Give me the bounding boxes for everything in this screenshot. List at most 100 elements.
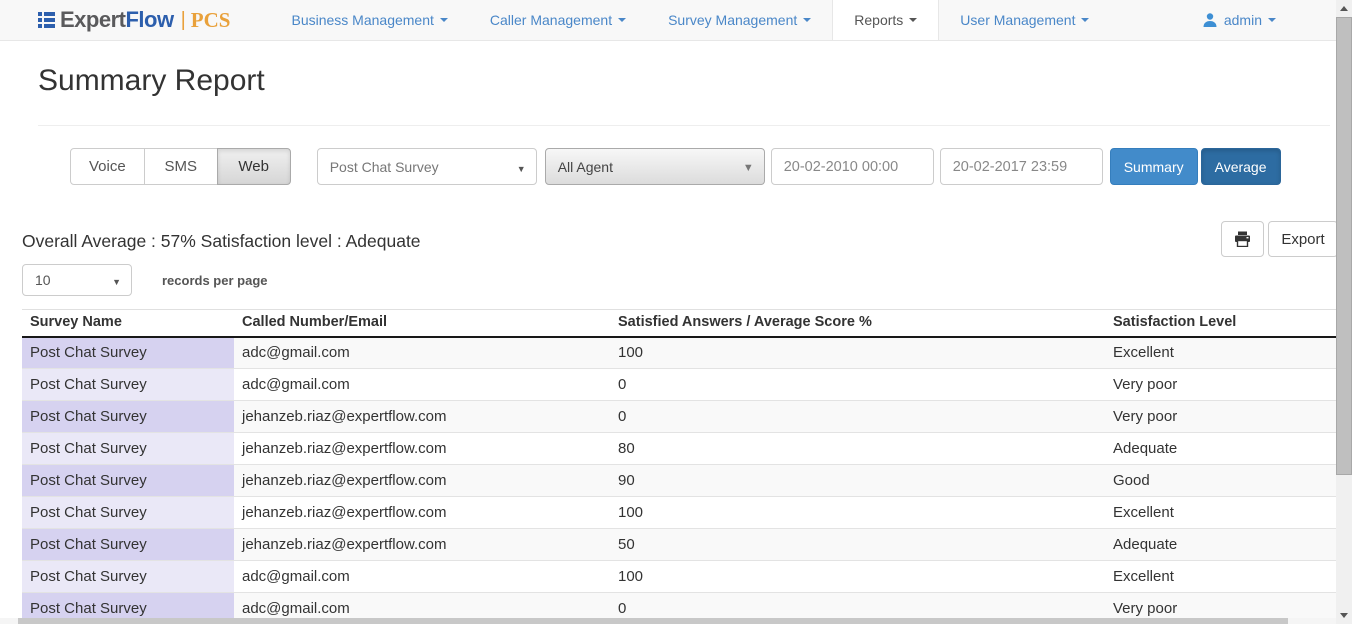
table-cell: 100 bbox=[610, 497, 1105, 529]
table-cell: Good bbox=[1105, 465, 1340, 497]
chevron-down-icon bbox=[618, 18, 626, 22]
agent-select-value: All Agent bbox=[558, 159, 613, 175]
nav-item-business-management[interactable]: Business Management bbox=[270, 0, 468, 40]
table-cell: 50 bbox=[610, 529, 1105, 561]
brand-separator: | bbox=[181, 9, 186, 32]
nav-item-caller-management[interactable]: Caller Management bbox=[469, 0, 647, 40]
table-cell: Post Chat Survey bbox=[22, 529, 234, 561]
tab-sms[interactable]: SMS bbox=[144, 148, 218, 185]
chevron-down-icon bbox=[803, 18, 811, 22]
table-cell: Post Chat Survey bbox=[22, 465, 234, 497]
table-cell: Adequate bbox=[1105, 529, 1340, 561]
export-button[interactable]: Export bbox=[1268, 221, 1338, 257]
table-row: Post Chat Surveyadc@gmail.com100Excellen… bbox=[22, 561, 1340, 593]
filter-toolbar: Voice SMS Web Post Chat Survey ▼ All Age… bbox=[70, 148, 1281, 185]
table-cell: Post Chat Survey bbox=[22, 337, 234, 369]
survey-select[interactable]: Post Chat Survey ▼ bbox=[317, 148, 537, 185]
brand-logo[interactable]: ExpertFlow | PCS bbox=[38, 0, 230, 40]
table-row: Post Chat Surveyjehanzeb.riaz@expertflow… bbox=[22, 465, 1340, 497]
horizontal-scrollbar[interactable] bbox=[0, 618, 1336, 624]
col-header-score[interactable]: Satisfied Answers / Average Score % bbox=[610, 310, 1105, 337]
top-navbar: ExpertFlow | PCS Business Management Cal… bbox=[0, 0, 1336, 41]
brand-expert-text: Expert bbox=[60, 7, 125, 33]
table-cell: 90 bbox=[610, 465, 1105, 497]
table-cell: Post Chat Survey bbox=[22, 561, 234, 593]
chevron-down-icon bbox=[440, 18, 448, 22]
table-cell: Excellent bbox=[1105, 561, 1340, 593]
table-row: Post Chat Surveyjehanzeb.riaz@expertflow… bbox=[22, 497, 1340, 529]
table-header-row: Survey Name Called Number/Email Satisfie… bbox=[22, 310, 1340, 337]
table-cell: 100 bbox=[610, 337, 1105, 369]
chevron-down-icon bbox=[1081, 18, 1089, 22]
chevron-down-icon: ▼ bbox=[743, 162, 754, 174]
table-cell: 0 bbox=[610, 401, 1105, 433]
channel-tab-group: Voice SMS Web bbox=[70, 148, 291, 185]
table-cell: jehanzeb.riaz@expertflow.com bbox=[234, 465, 610, 497]
table-row: Post Chat Surveyjehanzeb.riaz@expertflow… bbox=[22, 433, 1340, 465]
table-cell: Post Chat Survey bbox=[22, 401, 234, 433]
overall-average-text: Overall Average : 57% Satisfaction level… bbox=[22, 231, 421, 252]
page-size-value: 10 bbox=[35, 272, 51, 288]
table-row: Post Chat Surveyjehanzeb.riaz@expertflow… bbox=[22, 529, 1340, 561]
chevron-down-icon bbox=[909, 18, 917, 22]
brand-flow-text: Flow bbox=[125, 7, 173, 33]
table-cell: Very poor bbox=[1105, 369, 1340, 401]
table-cell: Post Chat Survey bbox=[22, 369, 234, 401]
vertical-scrollbar-thumb[interactable] bbox=[1336, 17, 1352, 475]
table-row: Post Chat Surveyjehanzeb.riaz@expertflow… bbox=[22, 401, 1340, 433]
chevron-down-icon bbox=[1268, 18, 1276, 22]
user-icon bbox=[1202, 12, 1218, 28]
agent-select[interactable]: All Agent ▼ bbox=[545, 148, 765, 185]
grid-list-icon bbox=[38, 12, 55, 28]
survey-select-value: Post Chat Survey bbox=[330, 159, 439, 175]
vertical-scrollbar[interactable] bbox=[1336, 0, 1352, 624]
records-per-page-label: records per page bbox=[162, 273, 268, 288]
table-cell: jehanzeb.riaz@expertflow.com bbox=[234, 433, 610, 465]
export-toolbar: Export bbox=[1221, 221, 1338, 257]
records-per-page-row: 10 ▼ records per page bbox=[22, 264, 268, 296]
summary-report-table: Survey Name Called Number/Email Satisfie… bbox=[22, 309, 1340, 624]
table-cell: Post Chat Survey bbox=[22, 497, 234, 529]
page-size-select[interactable]: 10 ▼ bbox=[22, 264, 132, 296]
tab-web[interactable]: Web bbox=[217, 148, 291, 185]
table-cell: 100 bbox=[610, 561, 1105, 593]
nav-item-user-management[interactable]: User Management bbox=[939, 0, 1110, 40]
chevron-down-icon: ▼ bbox=[517, 164, 526, 174]
date-from-input[interactable] bbox=[771, 148, 934, 185]
date-to-input[interactable] bbox=[940, 148, 1103, 185]
scroll-down-icon[interactable] bbox=[1340, 613, 1348, 618]
tab-voice[interactable]: Voice bbox=[70, 148, 145, 185]
summary-button[interactable]: Summary bbox=[1110, 148, 1198, 185]
title-divider bbox=[38, 125, 1330, 126]
table-cell: Very poor bbox=[1105, 401, 1340, 433]
average-button[interactable]: Average bbox=[1201, 148, 1281, 185]
user-menu[interactable]: admin bbox=[1202, 12, 1276, 28]
table-cell: 80 bbox=[610, 433, 1105, 465]
col-header-satisfaction-level[interactable]: Satisfaction Level bbox=[1105, 310, 1340, 337]
table-cell: adc@gmail.com bbox=[234, 337, 610, 369]
print-button[interactable] bbox=[1221, 221, 1264, 257]
table-cell: Excellent bbox=[1105, 497, 1340, 529]
table-cell: jehanzeb.riaz@expertflow.com bbox=[234, 497, 610, 529]
nav-item-survey-management[interactable]: Survey Management bbox=[647, 0, 832, 40]
table-cell: adc@gmail.com bbox=[234, 561, 610, 593]
scroll-up-icon[interactable] bbox=[1340, 6, 1348, 11]
table-cell: adc@gmail.com bbox=[234, 369, 610, 401]
table-cell: jehanzeb.riaz@expertflow.com bbox=[234, 529, 610, 561]
table-cell: jehanzeb.riaz@expertflow.com bbox=[234, 401, 610, 433]
horizontal-scrollbar-thumb[interactable] bbox=[18, 618, 1288, 624]
user-name: admin bbox=[1224, 12, 1262, 28]
table-cell: Adequate bbox=[1105, 433, 1340, 465]
col-header-survey-name[interactable]: Survey Name bbox=[22, 310, 234, 337]
summary-report-page: ExpertFlow | PCS Business Management Cal… bbox=[0, 0, 1352, 624]
table-cell: Post Chat Survey bbox=[22, 433, 234, 465]
table-cell: Excellent bbox=[1105, 337, 1340, 369]
nav-item-reports[interactable]: Reports bbox=[832, 0, 939, 40]
table-cell: 0 bbox=[610, 369, 1105, 401]
page-title: Summary Report bbox=[38, 64, 265, 98]
chevron-down-icon: ▼ bbox=[112, 277, 121, 287]
col-header-called-number[interactable]: Called Number/Email bbox=[234, 310, 610, 337]
nav-menu: Business Management Caller Management Su… bbox=[270, 0, 1110, 40]
table-row: Post Chat Surveyadc@gmail.com0Very poor bbox=[22, 369, 1340, 401]
printer-icon bbox=[1234, 231, 1251, 247]
